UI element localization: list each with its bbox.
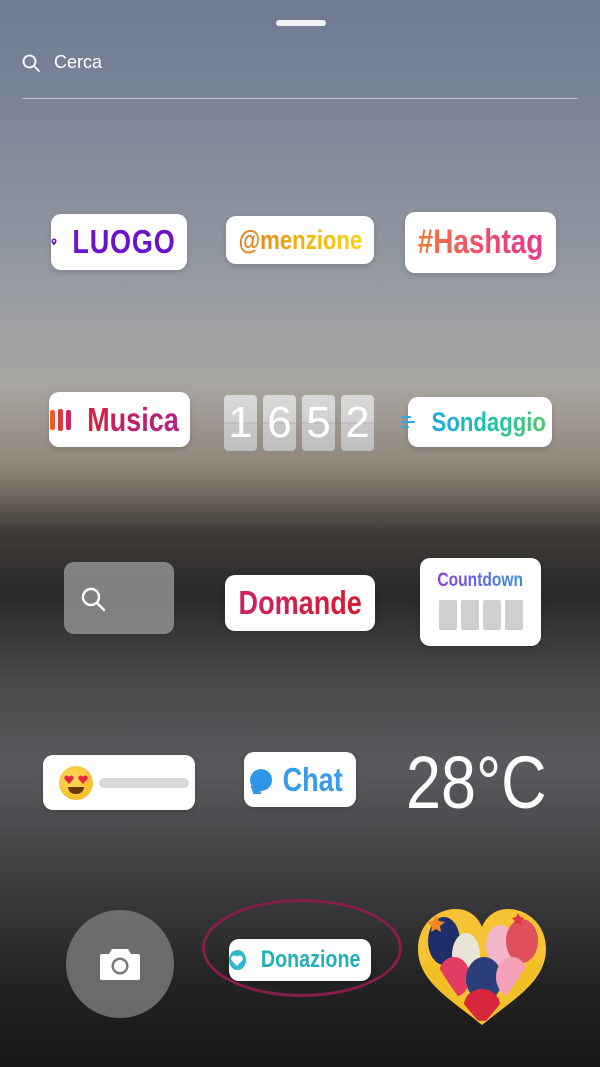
location-pin-icon [51, 238, 57, 246]
poll-sticker[interactable]: Sondaggio [401, 397, 552, 447]
music-sticker-label: Musica [87, 400, 179, 438]
hashtag-sticker-label: #Hashtag [417, 223, 544, 261]
music-sticker[interactable]: Musica [49, 392, 190, 447]
emoji-slider-sticker[interactable] [43, 755, 195, 810]
illustrated-heart-sticker[interactable] [414, 905, 550, 1027]
temperature-label: 28°C [406, 741, 547, 824]
clock-digit: 5 [302, 395, 335, 451]
drag-handle[interactable] [276, 20, 326, 26]
chat-sticker-label: Chat [282, 760, 344, 798]
temperature-sticker[interactable]: 28°C [406, 740, 556, 830]
countdown-boxes [438, 600, 523, 630]
highlight-circle [202, 899, 402, 997]
mention-sticker[interactable]: @menzione [226, 216, 374, 264]
music-bars-icon [50, 408, 72, 431]
location-sticker[interactable]: LUOGO [51, 214, 187, 270]
search-icon [81, 587, 106, 612]
countdown-sticker[interactable]: Countdown [420, 558, 541, 646]
search-icon [22, 54, 40, 72]
questions-sticker[interactable]: Domande [225, 575, 375, 631]
questions-sticker-label: Domande [238, 584, 362, 621]
location-sticker-label: LUOGO [72, 223, 176, 260]
clock-digit: 1 [224, 395, 257, 451]
mention-sticker-label: @menzione [238, 224, 362, 255]
search-input[interactable]: Cerca [54, 52, 102, 73]
chat-bubble-icon [250, 768, 273, 791]
poll-sticker-label: Sondaggio [431, 406, 547, 437]
clock-sticker[interactable]: 1 6 5 2 [224, 395, 376, 451]
countdown-sticker-label: Countdown [437, 570, 524, 591]
hashtag-sticker[interactable]: #Hashtag [405, 212, 556, 273]
search-bar[interactable]: Cerca [22, 48, 578, 99]
clock-digit: 2 [341, 395, 374, 451]
search-sticker[interactable] [64, 562, 174, 634]
slider-track[interactable] [99, 777, 189, 788]
heart-eyes-emoji-icon [59, 765, 93, 800]
camera-sticker[interactable] [66, 910, 174, 1018]
clock-digit: 6 [263, 395, 296, 451]
poll-lines-icon [401, 416, 416, 428]
camera-icon [100, 949, 140, 980]
chat-sticker[interactable]: Chat [244, 752, 356, 807]
